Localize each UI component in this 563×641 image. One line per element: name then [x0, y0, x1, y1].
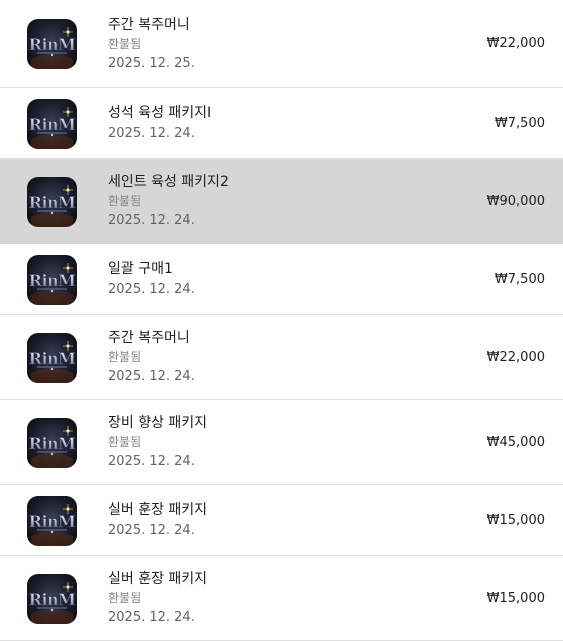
purchase-row[interactable]: RinM 실버 훈장 패키지 2025. 12. 24. ₩15,000 — [0, 485, 563, 556]
purchase-info: 실버 훈장 패키지환불됨 2025. 12. 24. — [108, 570, 207, 627]
svg-text:RinM: RinM — [29, 115, 76, 134]
purchase-info: 일괄 구매1 2025. 12. 24. — [108, 260, 195, 299]
item-name: 일괄 구매1 — [108, 261, 173, 277]
purchase-info: 실버 훈장 패키지 2025. 12. 24. — [108, 501, 207, 540]
purchase-date: 2025. 12. 24. — [108, 454, 195, 469]
item-name: 주간 복주머니 — [108, 330, 190, 346]
item-price: ₩7,500 — [494, 272, 545, 287]
item-name: 성석 육성 패키지I — [108, 105, 212, 121]
purchase-date: 2025. 12. 24. — [108, 523, 195, 538]
purchase-row[interactable]: RinM 주간 복주머니환불됨 2025. 12. 25. ₩22,000 — [0, 0, 563, 88]
svg-text:RinM: RinM — [29, 193, 76, 212]
purchase-row[interactable]: RinM 세인트 육성 패키지2 환불됨 2025. 12. 24. ₩90,000 — [0, 159, 563, 244]
purchase-date: 2025. 12. 24. — [108, 369, 195, 384]
rinm-game-icon: RinM — [27, 333, 77, 383]
purchase-info: 성석 육성 패키지I 2025. 12. 24. — [108, 104, 211, 143]
item-price: ₩15,000 — [486, 513, 545, 528]
svg-text:RinM: RinM — [29, 590, 76, 609]
item-name: 실버 훈장 패키지 — [108, 502, 208, 518]
purchase-date: 2025. 12. 24. — [108, 610, 195, 625]
item-price: ₩7,500 — [494, 116, 545, 131]
purchase-row[interactable]: RinM 장비 향상 패키지환불됨 2025. 12. 24. ₩45,000 — [0, 400, 563, 485]
purchase-row[interactable]: RinM 실버 훈장 패키지환불됨 2025. 12. 24. ₩15,000 — [0, 556, 563, 641]
rinm-game-icon: RinM — [27, 496, 77, 546]
rinm-game-icon: RinM — [27, 574, 77, 624]
item-price: ₩22,000 — [486, 36, 545, 51]
item-name: 실버 훈장 패키지 — [108, 571, 208, 587]
refund-status: 환불됨 — [108, 37, 142, 51]
purchase-date: 2025. 12. 24. — [108, 126, 195, 141]
purchase-info: 장비 향상 패키지환불됨 2025. 12. 24. — [108, 414, 207, 471]
purchase-row[interactable]: RinM 주간 복주머니환불됨 2025. 12. 24. ₩22,000 — [0, 315, 563, 400]
rinm-game-icon: RinM — [27, 177, 77, 227]
item-price: ₩22,000 — [486, 350, 545, 365]
purchase-date: 2025. 12. 24. — [108, 282, 195, 297]
item-name: 주간 복주머니 — [108, 17, 190, 33]
refund-status: 환불됨 — [108, 194, 142, 208]
purchase-row[interactable]: RinM 성석 육성 패키지I 2025. 12. 24. ₩7,500 — [0, 88, 563, 159]
svg-text:RinM: RinM — [29, 512, 76, 531]
item-price: ₩45,000 — [486, 435, 545, 450]
purchase-info: 주간 복주머니환불됨 2025. 12. 24. — [108, 329, 195, 386]
item-name: 장비 향상 패키지 — [108, 415, 208, 431]
item-price: ₩15,000 — [486, 591, 545, 606]
svg-text:RinM: RinM — [29, 271, 76, 290]
item-price: ₩90,000 — [486, 194, 545, 209]
refund-status: 환불됨 — [108, 350, 142, 364]
purchase-info: 세인트 육성 패키지2 환불됨 2025. 12. 24. — [108, 173, 229, 230]
rinm-game-icon: RinM — [27, 19, 77, 69]
refund-status: 환불됨 — [108, 591, 142, 605]
purchase-row[interactable]: RinM 일괄 구매1 2025. 12. 24. ₩7,500 — [0, 244, 563, 315]
refund-status: 환불됨 — [108, 435, 142, 449]
svg-text:RinM: RinM — [29, 35, 76, 54]
svg-text:RinM: RinM — [29, 434, 76, 453]
item-name: 세인트 육성 패키지2 — [108, 174, 229, 190]
rinm-game-icon: RinM — [27, 255, 77, 305]
purchase-date: 2025. 12. 25. — [108, 56, 195, 71]
rinm-game-icon: RinM — [27, 418, 77, 468]
purchase-date: 2025. 12. 24. — [108, 213, 195, 228]
purchase-info: 주간 복주머니환불됨 2025. 12. 25. — [108, 16, 195, 73]
svg-text:RinM: RinM — [29, 349, 76, 368]
rinm-game-icon: RinM — [27, 99, 77, 149]
